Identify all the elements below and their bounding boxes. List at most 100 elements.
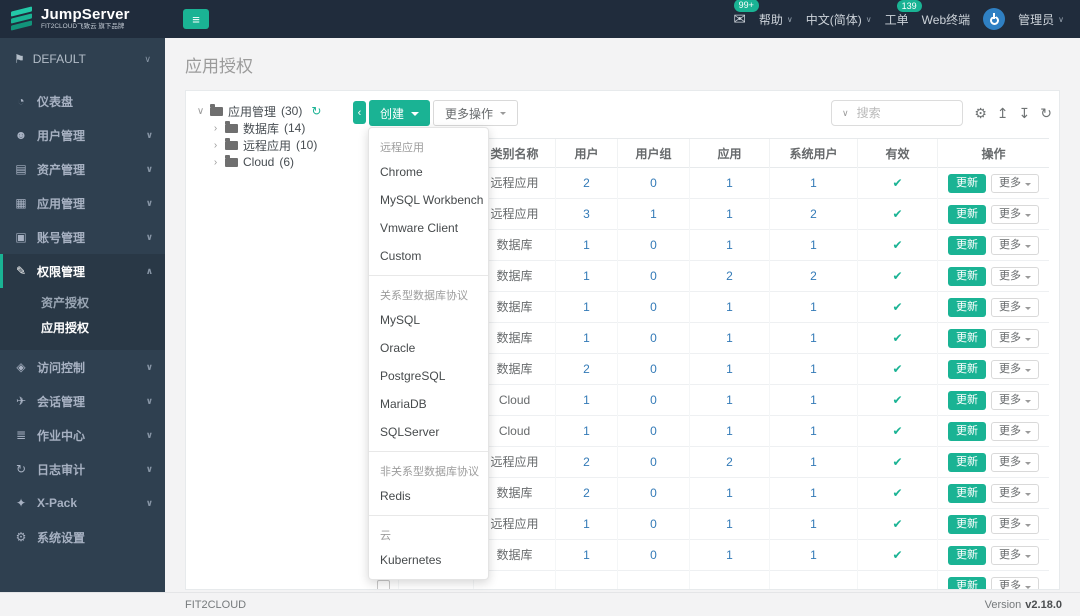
tree-node[interactable]: ›数据库(14) [211,120,351,136]
row-more-button[interactable]: 更多 [991,298,1039,317]
cell-apps-count-link[interactable]: 1 [726,331,733,345]
update-button[interactable]: 更新 [948,515,986,534]
sidebar-item-xpack[interactable]: ✦X-Pack∨ [0,486,165,520]
update-button[interactable]: 更新 [948,329,986,348]
row-more-button[interactable]: 更多 [991,360,1039,379]
menu-item-vmware-client[interactable]: Vmware Client [369,214,488,242]
menu-item-custom[interactable]: Custom [369,242,488,270]
chevron-right-icon[interactable]: › [211,140,220,151]
cell-apps-count-link[interactable]: 1 [726,300,733,314]
sidebar-item-sessions[interactable]: ✈会话管理∨ [0,384,165,418]
menu-item-redis[interactable]: Redis [369,482,488,510]
collapse-tree-button[interactable]: ‹ [353,101,366,124]
row-more-button[interactable]: 更多 [991,422,1039,441]
update-button[interactable]: 更新 [948,546,986,565]
cell-users-count-link[interactable]: 2 [583,362,590,376]
tree-refresh-icon[interactable]: ↻ [311,104,321,118]
row-more-button[interactable]: 更多 [991,577,1039,590]
update-button[interactable]: 更新 [948,453,986,472]
tree-node[interactable]: ›远程应用(10) [211,137,351,153]
row-more-button[interactable]: 更多 [991,453,1039,472]
menu-item-postgresql[interactable]: PostgreSQL [369,362,488,390]
row-more-button[interactable]: 更多 [991,267,1039,286]
cell-apps-count-link[interactable]: 1 [726,486,733,500]
sidebar-toggle-button[interactable]: ≡ [183,9,209,29]
cell-user-groups-count-link[interactable]: 0 [650,238,657,252]
row-checkbox[interactable] [377,580,390,590]
sidebar-item-access-control[interactable]: ◈访问控制∨ [0,350,165,384]
cell-system-users-count-link[interactable]: 1 [810,331,817,345]
cell-apps-count-link[interactable]: 1 [726,362,733,376]
cell-users-count-link[interactable]: 2 [583,176,590,190]
menu-item-oracle[interactable]: Oracle [369,334,488,362]
sidebar-item-accounts[interactable]: ▣账号管理∨ [0,220,165,254]
sidebar-item-dashboard[interactable]: ◔仪表盘 [0,84,165,118]
cell-users-count-link[interactable]: 2 [583,486,590,500]
cell-apps-count-link[interactable]: 1 [726,393,733,407]
cell-user-groups-count-link[interactable]: 0 [650,548,657,562]
cell-user-groups-count-link[interactable]: 0 [650,362,657,376]
update-button[interactable]: 更新 [948,391,986,410]
sidebar-item-settings[interactable]: ⚙系统设置 [0,520,165,554]
cell-apps-count-link[interactable]: 1 [726,238,733,252]
cell-system-users-count-link[interactable]: 1 [810,176,817,190]
org-selector[interactable]: ⚑ DEFAULT ∨ [0,38,165,80]
cell-users-count-link[interactable]: 2 [583,455,590,469]
cell-users-count-link[interactable]: 1 [583,517,590,531]
web-terminal-link[interactable]: Web终端 [922,11,970,28]
chevron-right-icon[interactable]: › [211,123,220,134]
cell-system-users-count-link[interactable]: 2 [810,269,817,283]
cell-apps-count-link[interactable]: 1 [726,517,733,531]
tree-node[interactable]: ›Cloud(6) [211,154,351,170]
menu-item-sqlserver[interactable]: SQLServer [369,418,488,446]
update-button[interactable]: 更新 [948,422,986,441]
sidebar-item-applications[interactable]: ▦应用管理∨ [0,186,165,220]
sidebar-item-assets[interactable]: ▤资产管理∨ [0,152,165,186]
update-button[interactable]: 更新 [948,577,986,590]
update-button[interactable]: 更新 [948,205,986,224]
cell-apps-count-link[interactable]: 2 [726,455,733,469]
ticket-menu[interactable]: 工单 139 [885,11,909,28]
cell-system-users-count-link[interactable]: 1 [810,362,817,376]
row-more-button[interactable]: 更多 [991,174,1039,193]
menu-item-mysql-workbench[interactable]: MySQL Workbench [369,186,488,214]
cell-system-users-count-link[interactable]: 1 [810,393,817,407]
cell-system-users-count-link[interactable]: 1 [810,455,817,469]
row-more-button[interactable]: 更多 [991,329,1039,348]
row-more-button[interactable]: 更多 [991,236,1039,255]
user-avatar[interactable] [983,8,1005,30]
cell-user-groups-count-link[interactable]: 0 [650,486,657,500]
cell-apps-count-link[interactable]: 1 [726,207,733,221]
cell-system-users-count-link[interactable]: 1 [810,517,817,531]
row-more-button[interactable]: 更多 [991,205,1039,224]
mail-button[interactable]: ✉ 99+ [733,10,746,28]
cell-user-groups-count-link[interactable]: 1 [650,207,657,221]
cell-users-count-link[interactable]: 1 [583,269,590,283]
update-button[interactable]: 更新 [948,360,986,379]
cell-users-count-link[interactable]: 1 [583,331,590,345]
sidebar-item-users[interactable]: ☻用户管理∨ [0,118,165,152]
cell-system-users-count-link[interactable]: 1 [810,486,817,500]
export-icon[interactable]: ↧ [1019,105,1031,122]
cell-system-users-count-link[interactable]: 2 [810,207,817,221]
chevron-down-icon[interactable]: ∨ [196,106,205,117]
sidebar-item-permissions[interactable]: ✎权限管理∧ [0,254,165,288]
cell-system-users-count-link[interactable]: 1 [810,424,817,438]
cell-system-users-count-link[interactable]: 1 [810,238,817,252]
cell-apps-count-link[interactable]: 1 [726,176,733,190]
cell-user-groups-count-link[interactable]: 0 [650,269,657,283]
update-button[interactable]: 更新 [948,484,986,503]
tree-root-node[interactable]: ∨ 应用管理 (30) ↻ [196,103,351,119]
cell-users-count-link[interactable]: 1 [583,300,590,314]
sidebar-subitem-asset-permissions[interactable]: 资产授权 [0,290,165,315]
cell-apps-count-link[interactable]: 1 [726,548,733,562]
more-actions-button[interactable]: 更多操作 [433,100,518,126]
cell-user-groups-count-link[interactable]: 0 [650,393,657,407]
table-settings-gear-icon[interactable]: ⚙ [974,105,987,122]
search-input[interactable] [857,106,962,120]
cell-apps-count-link[interactable]: 1 [726,424,733,438]
menu-item-mariadb[interactable]: MariaDB [369,390,488,418]
cell-users-count-link[interactable]: 1 [583,393,590,407]
row-more-button[interactable]: 更多 [991,391,1039,410]
search-filter-chevron-icon[interactable]: ∨ [832,108,857,119]
